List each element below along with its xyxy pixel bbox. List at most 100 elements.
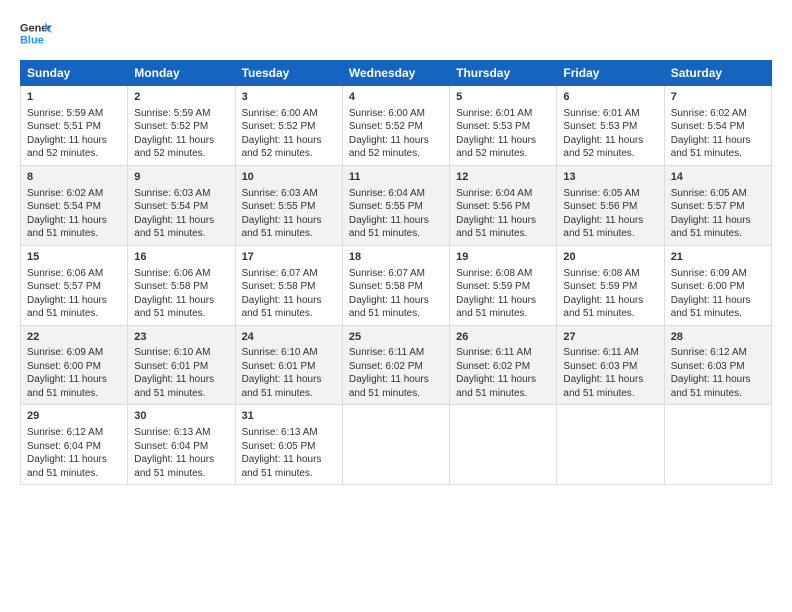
table-row: 27Sunrise: 6:11 AMSunset: 6:03 PMDayligh… [557,325,664,405]
daylight-text: Daylight: 11 hours [349,215,429,226]
sunset-text: Sunset: 5:58 PM [242,281,316,292]
day-number: 29 [27,409,121,424]
table-row: 23Sunrise: 6:10 AMSunset: 6:01 PMDayligh… [128,325,235,405]
sunrise-text: Sunrise: 6:05 AM [563,188,639,199]
sunrise-text: Sunrise: 5:59 AM [27,108,103,119]
day-number: 17 [242,250,336,265]
daylight-minutes: and 51 minutes. [671,388,742,399]
table-row: 19Sunrise: 6:08 AMSunset: 5:59 PMDayligh… [450,245,557,325]
daylight-text: Daylight: 11 hours [27,295,107,306]
table-row [450,405,557,485]
sunset-text: Sunset: 6:01 PM [242,361,316,372]
day-number: 22 [27,330,121,345]
sunset-text: Sunset: 5:57 PM [671,201,745,212]
daylight-text: Daylight: 11 hours [563,215,643,226]
calendar-week-row: 22Sunrise: 6:09 AMSunset: 6:00 PMDayligh… [21,325,772,405]
daylight-minutes: and 51 minutes. [27,228,98,239]
sunset-text: Sunset: 6:01 PM [134,361,208,372]
table-row [664,405,771,485]
day-number: 16 [134,250,228,265]
day-number: 9 [134,170,228,185]
sunrise-text: Sunrise: 6:03 AM [242,188,318,199]
daylight-minutes: and 51 minutes. [349,228,420,239]
sunset-text: Sunset: 5:52 PM [349,121,423,132]
daylight-minutes: and 51 minutes. [349,388,420,399]
daylight-text: Daylight: 11 hours [242,374,322,385]
sunrise-text: Sunrise: 6:03 AM [134,188,210,199]
sunrise-text: Sunrise: 6:02 AM [671,108,747,119]
table-row: 24Sunrise: 6:10 AMSunset: 6:01 PMDayligh… [235,325,342,405]
sunset-text: Sunset: 6:04 PM [134,441,208,452]
daylight-minutes: and 52 minutes. [242,148,313,159]
daylight-minutes: and 52 minutes. [134,148,205,159]
table-row: 18 Sunrise: 6:07 AM Sunset: 5:58 PM Dayligh… [342,245,449,325]
sunrise-text: Sunrise: 6:12 AM [27,427,103,438]
sunrise-text: Sunrise: 6:08 AM [563,268,639,279]
calendar-week-row: 1Sunrise: 5:59 AMSunset: 5:51 PMDaylight… [21,86,772,166]
calendar-header-row: Sunday Monday Tuesday Wednesday Thursday… [21,61,772,86]
day-number: 6 [563,90,657,105]
day-number: 13 [563,170,657,185]
sunset-text: Sunset: 5:53 PM [563,121,637,132]
daylight-text: Daylight: 11 hours [671,295,751,306]
daylight-minutes: and 51 minutes. [563,228,634,239]
table-row: 31Sunrise: 6:13 AMSunset: 6:05 PMDayligh… [235,405,342,485]
table-row: 6Sunrise: 6:01 AMSunset: 5:53 PMDaylight… [557,86,664,166]
table-row: 26Sunrise: 6:11 AMSunset: 6:02 PMDayligh… [450,325,557,405]
daylight-minutes: and 51 minutes. [671,148,742,159]
daylight-text: Daylight: 11 hours [456,135,536,146]
sunset-text: Sunset: 5:58 PM [349,281,423,292]
sunrise-text: Sunrise: 5:59 AM [134,108,210,119]
day-number: 18 [349,250,443,265]
daylight-text: Daylight: 11 hours [242,215,322,226]
table-row: 15Sunrise: 6:06 AMSunset: 5:57 PMDayligh… [21,245,128,325]
daylight-minutes: and 52 minutes. [456,148,527,159]
sunrise-text: Sunrise: 6:04 AM [456,188,532,199]
table-row [557,405,664,485]
logo-icon: General Blue [20,18,52,50]
day-number: 27 [563,330,657,345]
table-row: 3Sunrise: 6:00 AMSunset: 5:52 PMDaylight… [235,86,342,166]
daylight-minutes: and 51 minutes. [134,228,205,239]
daylight-text: Daylight: 11 hours [456,374,536,385]
daylight-text: Daylight: 11 hours [242,295,322,306]
col-friday: Friday [557,61,664,86]
sunrise-text: Sunrise: 6:05 AM [671,188,747,199]
sunset-text: Sunset: 5:51 PM [27,121,101,132]
sunrise-text: Sunrise: 6:06 AM [27,268,103,279]
sunset-text: Sunset: 5:54 PM [27,201,101,212]
col-sunday: Sunday [21,61,128,86]
sunset-text: Sunset: 5:59 PM [563,281,637,292]
svg-text:Blue: Blue [20,34,44,46]
daylight-minutes: and 51 minutes. [134,308,205,319]
daylight-minutes: and 51 minutes. [349,308,420,319]
sunset-text: Sunset: 6:02 PM [456,361,530,372]
daylight-minutes: and 51 minutes. [456,308,527,319]
sunrise-text: Sunrise: 6:07 AM [349,268,425,279]
daylight-minutes: and 51 minutes. [671,228,742,239]
day-number: 7 [671,90,765,105]
sunset-text: Sunset: 5:54 PM [134,201,208,212]
day-number: 12 [456,170,550,185]
daylight-text: Daylight: 11 hours [134,454,214,465]
daylight-text: Daylight: 11 hours [563,295,643,306]
day-number: 23 [134,330,228,345]
calendar-week-row: 8Sunrise: 6:02 AMSunset: 5:54 PMDaylight… [21,165,772,245]
daylight-text: Daylight: 11 hours [349,295,429,306]
sunrise-text: Sunrise: 6:10 AM [242,347,318,358]
daylight-text: Daylight: 11 hours [349,135,429,146]
daylight-minutes: and 51 minutes. [563,388,634,399]
day-number: 26 [456,330,550,345]
table-row: 7Sunrise: 6:02 AMSunset: 5:54 PMDaylight… [664,86,771,166]
daylight-text: Daylight: 11 hours [134,295,214,306]
daylight-minutes: and 51 minutes. [134,468,205,479]
sunset-text: Sunset: 5:55 PM [349,201,423,212]
daylight-text: Daylight: 11 hours [27,454,107,465]
sunset-text: Sunset: 6:03 PM [671,361,745,372]
sunset-text: Sunset: 5:56 PM [456,201,530,212]
table-row: 16Sunrise: 6:06 AMSunset: 5:58 PMDayligh… [128,245,235,325]
table-row: 12Sunrise: 6:04 AMSunset: 5:56 PMDayligh… [450,165,557,245]
daylight-minutes: and 51 minutes. [242,388,313,399]
sunrise-text: Sunrise: 6:06 AM [134,268,210,279]
daylight-minutes: and 51 minutes. [27,308,98,319]
